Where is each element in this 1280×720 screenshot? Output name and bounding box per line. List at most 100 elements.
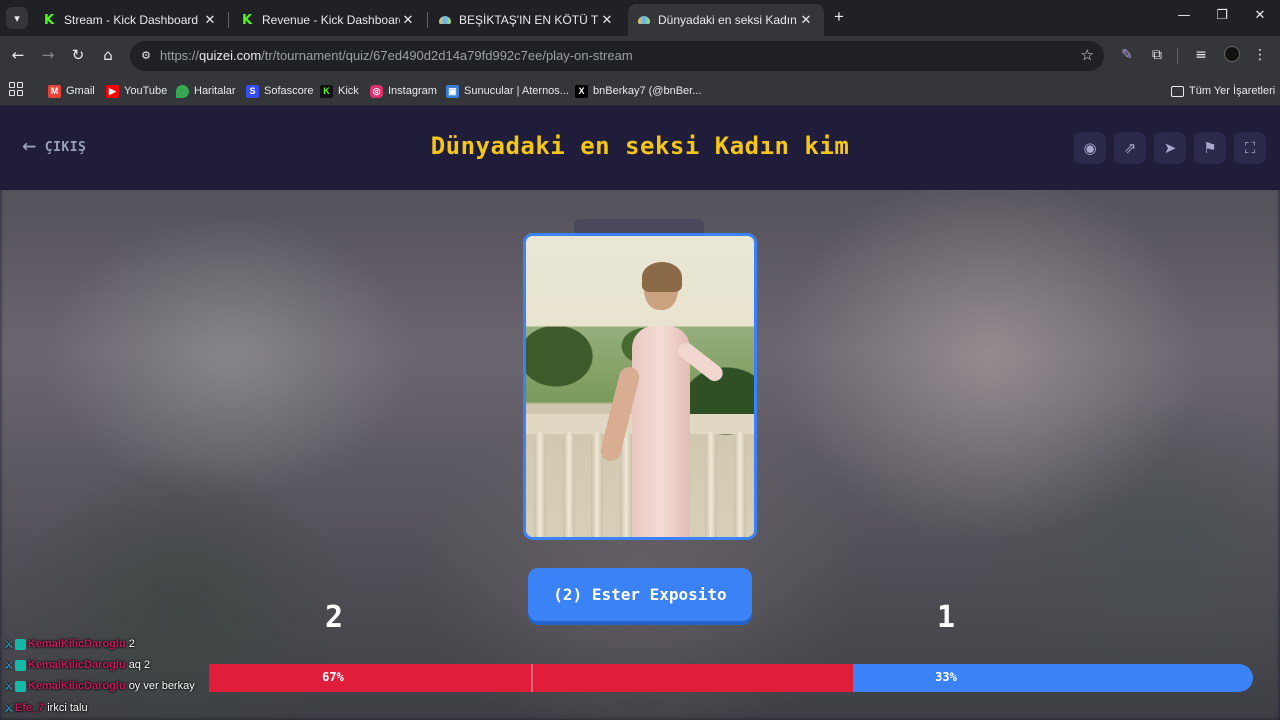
browser-toolbar: ← → ↻ ⌂ ⚙ https://quizei.com/tr/tourname… <box>0 36 1280 76</box>
instagram-icon: ◎ <box>370 84 383 98</box>
chat-username: KemalKilicDaroglu <box>27 638 126 650</box>
choice-button[interactable]: (2) Ester Exposito <box>528 568 752 621</box>
tab-divider <box>427 12 428 28</box>
subscriber-badge-icon <box>14 659 26 671</box>
home-icon[interactable]: ⌂ <box>97 44 119 66</box>
sofascore-icon: S <box>246 84 259 98</box>
bookmark-star-icon[interactable]: ☆ <box>1081 46 1094 64</box>
site-info-icon[interactable]: ⚙ <box>138 48 154 64</box>
close-icon[interactable]: ✕ <box>599 12 615 28</box>
bookmark-sofascore[interactable]: S Sofascore <box>246 82 314 100</box>
chat-message: ⚔ KemalKilicDaroglu 2 <box>4 635 135 653</box>
tab-title: Revenue - Kick Dashboard <box>262 13 400 27</box>
bookmark-label: YouTube <box>124 85 168 97</box>
vote-bar-right <box>852 664 1253 692</box>
subscriber-badge-icon <box>14 638 26 650</box>
profile-avatar[interactable] <box>1224 46 1240 62</box>
subscriber-badge-icon <box>14 680 26 692</box>
tab-title: Stream - Kick Dashboard <box>64 13 199 27</box>
forward-icon[interactable]: → <box>37 44 59 66</box>
tab-besiktas-quiz[interactable]: BEŞİKTAŞ'IN EN KÖTÜ TRANSFE ✕ <box>429 4 625 36</box>
apps-grid-icon[interactable] <box>9 82 23 96</box>
chat-message: ⚔ Efe_7 irkci talu <box>4 699 88 717</box>
tab-active-quiz[interactable]: Dünyadaki en seksi Kadın kim - ✕ <box>628 4 824 36</box>
bookmark-x-profile[interactable]: XbnBerkay7 (@bnBer... <box>575 82 701 100</box>
bookmark-kick[interactable]: K Kick <box>320 82 359 100</box>
sword-badge-icon: ⚔ <box>4 637 14 651</box>
close-icon[interactable]: ✕ <box>798 12 814 28</box>
extension-feather-icon[interactable]: ✎ <box>1117 45 1137 65</box>
eye-icon[interactable]: ◉ <box>1074 132 1106 164</box>
chat-text: irkci talu <box>47 702 88 714</box>
close-icon[interactable]: ✕ <box>400 12 416 28</box>
left-percent: 67% <box>322 670 344 684</box>
aternos-icon: ▣ <box>446 84 459 98</box>
tab-title: BEŞİKTAŞ'IN EN KÖTÜ TRANSFE <box>459 13 599 27</box>
share-icon[interactable]: ⇗ <box>1114 132 1146 164</box>
close-icon[interactable]: ✕ <box>202 12 218 28</box>
bookmark-label: bnBerkay7 (@bnBer... <box>593 85 702 97</box>
quizei-icon <box>439 16 451 24</box>
back-icon[interactable]: ← <box>7 44 29 66</box>
tab-divider <box>228 12 229 28</box>
chat-message: ⚔ KemalKilicDaroglu aq 2 <box>4 656 150 674</box>
minimize-icon[interactable]: — <box>1174 8 1194 26</box>
chat-message: ⚔ KemalKilicDaroglu oy ver berkay <box>4 677 195 695</box>
youtube-icon: ▶ <box>106 84 119 98</box>
tab-stream-kick[interactable]: K Stream - Kick Dashboard ✕ <box>32 4 228 36</box>
menu-dots-icon[interactable]: ⋮ <box>1250 45 1270 65</box>
x-icon: X <box>575 84 588 98</box>
tab-revenue-kick[interactable]: K Revenue - Kick Dashboard ✕ <box>230 4 426 36</box>
url-scheme: https:// <box>160 48 200 63</box>
chat-text: 2 <box>128 638 135 650</box>
url-text[interactable]: https://quizei.com/tr/tournament/quiz/67… <box>160 48 633 63</box>
quizei-icon <box>638 16 650 24</box>
kick-icon: K <box>241 12 253 28</box>
contestant-card[interactable] <box>523 233 757 540</box>
maps-icon <box>176 84 189 98</box>
quiz-header: ← ÇIKIŞ Dünyadaki en seksi Kadın kim ◉ ⇗… <box>0 106 1280 190</box>
chat-username: Efe_7 <box>14 702 45 714</box>
send-icon[interactable]: ➤ <box>1154 132 1186 164</box>
tab-title: Dünyadaki en seksi Kadın kim - <box>658 13 798 27</box>
chat-text: oy ver berkay <box>128 680 195 692</box>
address-bar[interactable]: ⚙ https://quizei.com/tr/tournament/quiz/… <box>130 41 1104 71</box>
bookmark-instagram[interactable]: ◎ Instagram <box>370 82 437 100</box>
fullscreen-icon[interactable]: ⛶ <box>1234 132 1266 164</box>
photo-figure <box>598 262 726 537</box>
new-tab-button[interactable]: + <box>830 8 848 26</box>
extensions-icon[interactable]: ⧉ <box>1147 45 1167 65</box>
left-option-number: 2 <box>324 600 344 635</box>
bookmark-maps[interactable]: Haritalar <box>176 82 236 100</box>
media-control-icon[interactable]: ≡ <box>1191 45 1211 65</box>
kick-icon: K <box>43 12 55 28</box>
restore-icon[interactable]: ❐ <box>1212 8 1232 26</box>
all-bookmarks[interactable]: Tüm Yer İşaretleri <box>1171 82 1275 100</box>
chat-username: KemalKilicDaroglu <box>27 659 126 671</box>
right-option-number: 1 <box>936 600 956 635</box>
bookmark-gmail[interactable]: M Gmail <box>48 82 95 100</box>
all-bookmarks-label: Tüm Yer İşaretleri <box>1189 85 1276 97</box>
bookmark-label: Instagram <box>388 85 437 97</box>
vote-bar <box>209 664 1253 692</box>
bookmark-youtube[interactable]: ▶ YouTube <box>106 82 167 100</box>
toolbar-divider <box>1177 48 1178 64</box>
bookmark-label: Kick <box>338 85 359 97</box>
tab-search-button[interactable]: ▾ <box>6 7 28 29</box>
flag-icon[interactable]: ⚑ <box>1194 132 1226 164</box>
chat-username: KemalKilicDaroglu <box>27 680 126 692</box>
tab-strip: ▾ K Stream - Kick Dashboard ✕ K Revenue … <box>0 0 1280 36</box>
url-host: quizei.com <box>199 48 262 63</box>
bookmark-label: Haritalar <box>194 85 236 97</box>
quiz-page: ← ÇIKIŞ Dünyadaki en seksi Kadın kim ◉ ⇗… <box>0 106 1280 720</box>
chat-text: aq 2 <box>128 659 151 671</box>
sword-badge-icon: ⚔ <box>4 679 14 693</box>
bookmark-aternos[interactable]: ▣ Sunucular | Aternos... <box>446 82 569 100</box>
right-percent: 33% <box>935 670 957 684</box>
sword-badge-icon: ⚔ <box>4 658 14 672</box>
bookmark-label: Sunucular | Aternos... <box>464 85 569 97</box>
bookmark-label: Gmail <box>66 85 95 97</box>
reload-icon[interactable]: ↻ <box>67 44 89 66</box>
url-path: /tr/tournament/quiz/67ed490d2d14a79fd992… <box>261 48 633 63</box>
close-window-icon[interactable]: ✕ <box>1250 8 1270 26</box>
